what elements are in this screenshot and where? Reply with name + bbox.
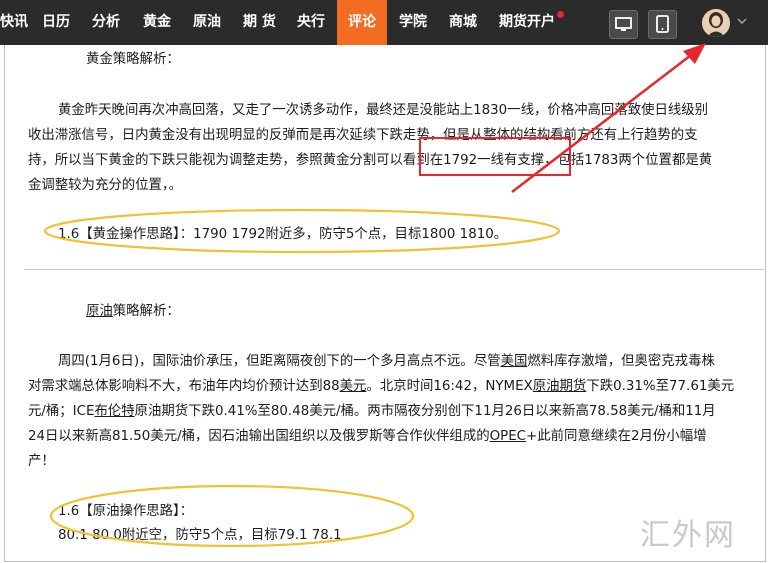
oil-line1-tail: 燃料库存激增，但奥密克戎毒株	[527, 354, 715, 369]
section-divider	[24, 269, 764, 270]
nav-item-mall[interactable]: 商城	[449, 0, 477, 45]
oil-strategy-detail: 80.1 80.0附近空，防守5个点，目标79.1 78.1	[58, 528, 342, 543]
oil-heading-text: 策略解析：	[112, 304, 180, 319]
oil-line4-a: 24日以来新高81.50美元/桶，因石油输出国组织以及俄罗斯等合作伙伴组成的	[28, 429, 490, 444]
oil-line3-a: 元/桶；ICE	[28, 404, 95, 419]
oil-line2-a: 对需求端总体影响料不大，布油年内均价预计达到88	[28, 379, 340, 394]
watermark: 汇外网	[640, 518, 736, 553]
desktop-button[interactable]	[609, 10, 638, 39]
nav-item-futures-account[interactable]: 期货开户	[499, 0, 555, 45]
nav-item-oil[interactable]: 原油	[193, 0, 221, 45]
tablet-icon	[656, 15, 669, 33]
brent-link[interactable]: 布伦特	[94, 404, 134, 419]
nav-item-central-bank[interactable]: 央行	[297, 0, 325, 45]
opec-link[interactable]: OPEC	[490, 429, 526, 444]
oil-line2-b: 。北京时间16:42，NYMEX	[366, 379, 533, 394]
oil-para-line-5: 产！	[28, 454, 55, 469]
oil-para-line-1: 周四(1月6日)，国际油价承压，但距离隔夜创下的一个多月高点不远。尽管美国燃料库…	[58, 349, 715, 369]
oil-line1-text: 周四(1月6日)，国际油价承压，但距离隔夜创下的一个多月高点不远。尽管	[58, 354, 501, 369]
gold-para-line-2: 收出滞涨信号，日内黄金没有出现明显的反弹而是再次延续下跌走势，但是从整体的结构看…	[28, 128, 698, 143]
nav-item-calendar[interactable]: 日历	[42, 0, 70, 45]
chevron-down-icon[interactable]	[736, 15, 748, 27]
oil-para-line-3: 元/桶；ICE布伦特原油期货下跌0.41%至80.48美元/桶。两市隔夜分别创下…	[28, 399, 716, 419]
monitor-icon	[615, 17, 632, 31]
oil-para-line-4: 24日以来新高81.50美元/桶，因石油输出国组织以及俄罗斯等合作伙伴组成的OP…	[28, 424, 706, 444]
gold-para-line-1: 黄金昨天晚间再次冲高回落，又走了一次诱多动作，最终还是没能站上1830一线，价格…	[58, 103, 709, 118]
oil-para-line-2: 对需求端总体影响料不大，布油年内均价预计达到88美元。北京时间16:42，NYM…	[28, 374, 734, 394]
notification-dot	[557, 11, 564, 18]
nav-item-analysis[interactable]: 分析	[92, 0, 120, 45]
nav-item-academy[interactable]: 学院	[399, 0, 427, 45]
nav-item-commentary[interactable]: 评论	[337, 0, 387, 45]
gold-para-line-3: 持，所以当下黄金的下跌只能视为调整走势，参照黄金分割可以看到在1792一线有支撑…	[28, 153, 713, 168]
oil-line2-c: 下跌0.31%至77.61美元	[586, 379, 735, 394]
oil-strategy-title: 1.6【原油操作思路】：	[58, 504, 194, 519]
gold-strategy: 1.6【黄金操作思路】：1790 1792附近多，防守5个点，目标1800 18…	[58, 227, 508, 242]
gold-heading: 黄金策略解析：	[86, 52, 180, 67]
oil-line4-b: +此前同意继续在2月份小幅增	[526, 429, 707, 444]
oil-link[interactable]: 原油	[86, 304, 113, 319]
avatar-image	[702, 9, 730, 37]
nav-item-futures[interactable]: 期 货	[243, 0, 276, 45]
top-nav-bar: 快讯 日历 分析 黄金 原油 期 货 央行 评论 学院 商城 期货开户	[0, 0, 768, 45]
nav-item-gold[interactable]: 黄金	[143, 0, 171, 45]
gold-para-line-4: 金调整较为充分的位置，。	[28, 178, 182, 193]
oil-futures-link[interactable]: 原油期货	[533, 379, 587, 394]
user-avatar[interactable]	[702, 9, 730, 37]
usa-link[interactable]: 美国	[501, 354, 528, 369]
oil-heading: 原油策略解析：	[86, 299, 180, 319]
oil-line3-b: 原油期货下跌0.41%至80.48美元/桶。两市隔夜分别创下11月26日以来新高…	[134, 404, 716, 419]
mobile-button[interactable]	[648, 10, 677, 39]
nav-item-kuaixun[interactable]: 快讯	[0, 0, 28, 45]
usd-link[interactable]: 美元	[340, 379, 367, 394]
